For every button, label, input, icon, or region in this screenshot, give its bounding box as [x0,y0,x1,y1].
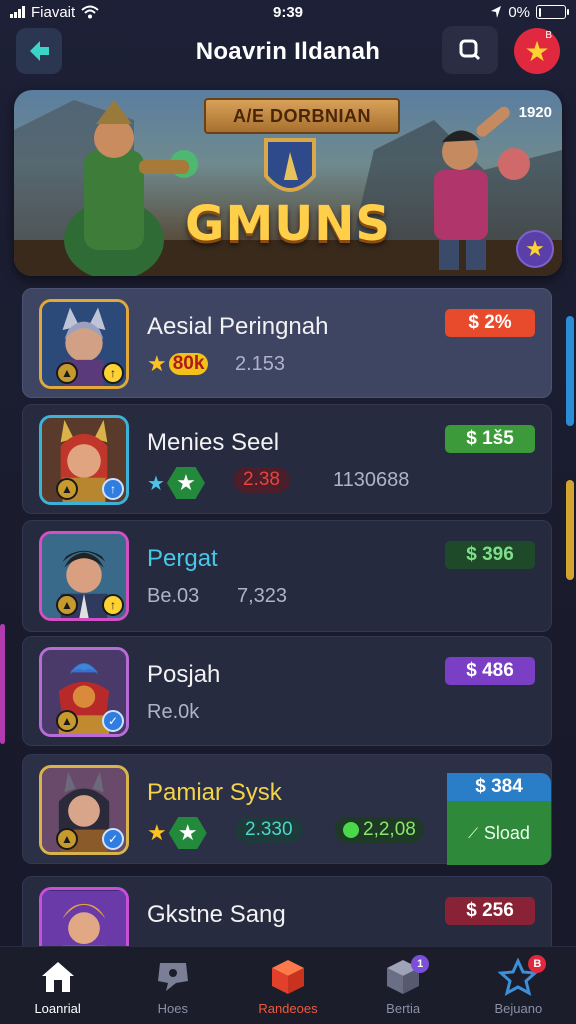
signal-icon [10,6,25,18]
banner-ribbon: A/E DORBNIAN [204,98,400,134]
avatar: ▲ ✓ [39,765,129,855]
home-icon [38,957,78,997]
item-name: Gkstne Sang [147,901,286,928]
list-item[interactable]: ▲ ↑ Pergat $ 396 Be.03 7,323 [22,520,552,632]
nav-label: Loanrial [34,1001,81,1016]
stat-primary-value: 2.38 [233,467,290,493]
list-item[interactable]: Gkstne Sang $ 256 [22,876,552,957]
item-name: Posjah [147,661,221,688]
favorites-badge: B [545,30,552,41]
nav-badge: 1 [411,955,430,973]
list-item[interactable]: ▲ ✓ Posjah $ 486 Re.0k [22,636,552,746]
stat-primary: Re.0k [147,701,200,723]
avatar: ▲ ✓ [39,647,129,737]
side-decoration [566,316,574,426]
header: Noavrin Ildanah ★ B [0,26,576,78]
stat-secondary-text: 2,2,08 [363,819,416,840]
rank-badge: ▲ [56,594,78,616]
featured-banner[interactable]: A/E DORBNIAN GMUNS 1920 ★ [14,90,562,276]
chat-icon [154,957,192,997]
rating: ★ ★ [147,467,205,499]
nav-label: Bejuano [494,1001,543,1016]
status-bar: Fiavait 9:39 0% [0,0,576,24]
banner-star-button[interactable]: ★ [516,230,554,268]
nav-item-events[interactable]: B Bejuano [468,955,568,1016]
price-tag: $ 486 [445,657,535,685]
stat-secondary: 1130688 [333,469,410,491]
item-name: Pamiar Sysk [147,779,282,806]
leaf-icon: ⟋ [468,824,478,841]
location-icon [491,6,502,18]
star-icon: ★ [525,236,545,261]
stat-primary-value: 2.330 [235,817,303,843]
nav-item-box[interactable]: 1 Bertia [353,955,453,1016]
status-right: 0% [490,3,569,21]
banner-title: GMUNS [185,196,391,252]
wifi-icon [81,5,99,19]
store-icon [268,957,308,997]
battery-icon [536,5,569,19]
rank-badge: ▲ [56,362,78,384]
stat-primary: 80k [168,353,209,375]
level-badge: ↑ [102,594,124,616]
price-tag: $ 396 [445,541,535,569]
rank-badge: ▲ [56,478,78,500]
side-decoration [0,624,5,744]
list-item[interactable]: ▲ ↑ Aesial Peringnah $ 2% ★ 80k 2.153 [22,288,552,398]
level-badge: ✓ [102,828,124,850]
nav-item-store[interactable]: Randeoes [238,957,338,1016]
stat-primary: Be.03 [147,585,200,607]
level-badge: ↑ [102,362,124,384]
nav-label: Hoes [157,1001,188,1016]
nav-item-chat[interactable]: Hoes [123,957,223,1016]
avatar: ▲ ↑ [39,299,129,389]
bottom-navigation: Loanrial Hoes Randeoes 1 Bertia B Bejuan… [0,946,576,1024]
price-tag: $ 2% [445,309,535,337]
avatar: ▲ ↑ [39,531,129,621]
list-item[interactable]: ▲ ↑ Menies Seel $ 1š5 ★ ★ 2.38 1130688 [22,404,552,514]
side-decoration [566,480,574,580]
star-icon: ★ [147,472,165,495]
nav-label: Randeoes [258,1001,318,1016]
list-item[interactable]: ▲ ✓ Pamiar Sysk $ 384 ★ ★ 2.330 2,2,08 ⟋… [22,754,552,865]
search-button[interactable] [442,26,498,74]
favorites-button[interactable]: ★ B [514,28,560,74]
star-hex-icon: ★ [168,817,207,849]
buy-button[interactable]: ⟋ Sload [447,801,551,865]
item-name: Pergat [147,545,218,572]
status-left: Fiavait [10,4,99,21]
item-name: Aesial Peringnah [147,313,329,340]
stat-secondary: 2.153 [235,353,286,375]
battery-percent: 0% [508,3,530,21]
price-tag: $ 384 [447,773,551,801]
stat-primary: 2.38 [233,467,290,493]
rank-badge: ▲ [56,828,78,850]
item-name: Menies Seel [147,429,280,456]
rating: ★ ★ [147,817,207,849]
stat-primary: 2.330 [235,817,303,843]
stat-secondary: 2,2,08 [335,817,424,844]
buy-button-label: Sload [483,822,530,843]
banner-count: 1920 [518,104,552,121]
search-icon [459,39,481,61]
star-icon: ★ [147,351,167,376]
nav-badge: B [528,955,547,973]
nav-label: Bertia [386,1001,421,1016]
stat-secondary: 7,323 [237,585,288,607]
price-tag: $ 1š5 [445,425,535,453]
stat-secondary-value: 2,2,08 [335,817,424,843]
price-tag: $ 256 [445,897,535,925]
nav-item-home[interactable]: Loanrial [8,957,108,1016]
avatar: ▲ ↑ [39,415,129,505]
rating: ★ 80k [147,351,209,377]
level-badge: ✓ [102,710,124,732]
gem-icon [343,822,359,838]
level-badge: ↑ [102,478,124,500]
rank-badge: ▲ [56,710,78,732]
carrier-label: Fiavait [31,3,76,21]
star-icon: ★ [147,820,167,845]
star-hex-icon: ★ [166,467,205,499]
